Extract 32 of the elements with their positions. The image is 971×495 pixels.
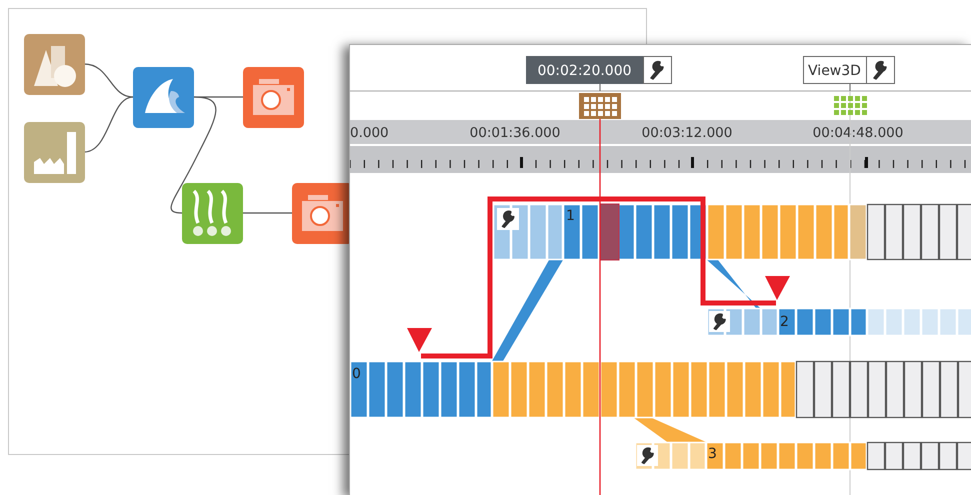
wrench-button[interactable] <box>709 311 730 332</box>
wrench-icon <box>502 210 514 228</box>
track-label: 0 <box>352 366 361 382</box>
cut-marker-icon[interactable] <box>765 276 790 300</box>
time-label: 0.000 <box>350 125 389 141</box>
wrench-icon <box>650 60 664 80</box>
time-label: 00:04:48.000 <box>812 125 904 141</box>
track-label: 3 <box>708 446 717 462</box>
track-label: 1 <box>566 208 575 224</box>
connector-line <box>242 212 292 214</box>
vapor-node[interactable] <box>182 183 243 244</box>
wrench-icon <box>714 313 726 330</box>
wrench-button[interactable] <box>866 56 895 84</box>
grid-icon <box>834 96 867 115</box>
wrench-button[interactable] <box>497 208 519 230</box>
time-marker[interactable]: 00:02:20.000 <box>526 56 644 84</box>
playhead-line[interactable] <box>599 119 601 495</box>
track-label: 2 <box>780 314 789 330</box>
fin-node[interactable] <box>133 67 194 128</box>
time-label: 00:01:36.000 <box>470 125 560 141</box>
time-marker[interactable]: View3D <box>803 56 867 84</box>
shapes-node[interactable] <box>24 34 85 95</box>
cut-marker-icon[interactable] <box>407 328 432 352</box>
wrench-icon <box>873 60 887 80</box>
grid-icon <box>579 93 621 119</box>
time-label: 00:03:12.000 <box>642 125 732 141</box>
wrench-button[interactable] <box>637 445 658 466</box>
wrench-button[interactable] <box>643 56 672 84</box>
camera-node[interactable] <box>243 67 304 128</box>
wrench-icon <box>642 447 654 464</box>
factory-node[interactable] <box>24 122 85 183</box>
current-frame-highlight <box>600 204 620 260</box>
